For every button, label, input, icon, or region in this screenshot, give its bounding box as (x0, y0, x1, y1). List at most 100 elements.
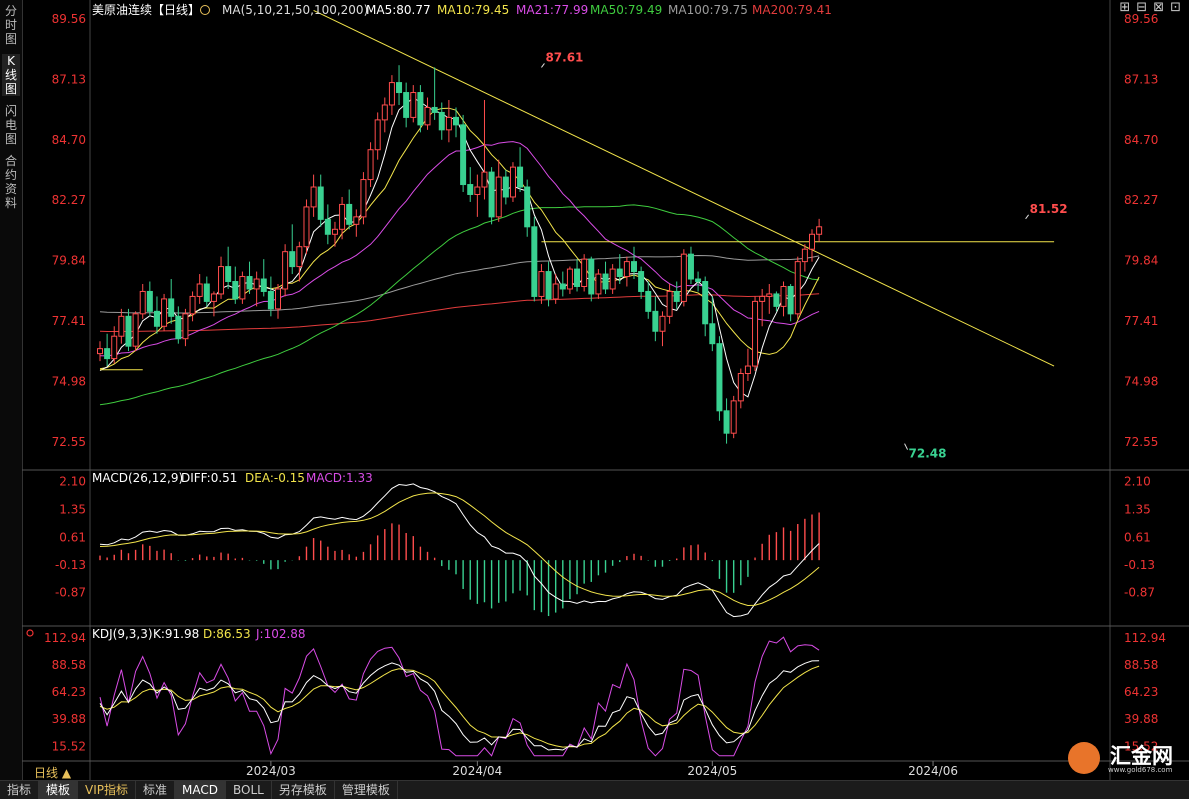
tab-vip-indicators[interactable]: VIP指标 (78, 781, 137, 799)
y-tick-label-right: 77.41 (1124, 314, 1158, 328)
candle-body (132, 313, 139, 347)
candle-body (431, 106, 438, 113)
candle-body (609, 268, 616, 290)
candle-body (196, 283, 203, 297)
candle-body (488, 171, 495, 218)
y-tick-label-right: -0.13 (1124, 558, 1155, 572)
candle-body (303, 206, 310, 248)
candle-body (566, 268, 573, 290)
y-tick-label-right: 84.70 (1124, 133, 1158, 147)
candle-body (146, 290, 153, 312)
candle-body (723, 410, 730, 434)
candle-body (289, 251, 296, 268)
ma-header: MA(5,10,21,50,100,200) (222, 3, 368, 17)
candle-body (374, 119, 381, 151)
tab-manage-template[interactable]: 管理模板 (335, 781, 398, 799)
y-tick-label-right: 1.35 (1124, 503, 1151, 517)
y-tick-label-left: 0.61 (59, 530, 86, 544)
candle-body (218, 266, 225, 295)
candle-body (552, 283, 559, 300)
candle-body (687, 253, 694, 280)
candle-body (673, 290, 680, 302)
tab-save-template[interactable]: 另存模板 (272, 781, 335, 799)
kdj-settings-icon[interactable] (26, 629, 34, 637)
candle-body (310, 186, 317, 208)
y-tick-label-left: 15.52 (52, 739, 86, 753)
candle-body (638, 271, 645, 292)
y-tick-label-left: -0.13 (55, 558, 86, 572)
x-tick-label: 2024/04 (452, 764, 502, 778)
x-tick-label: 2024/05 (687, 764, 737, 778)
kdj-j-line (99, 636, 820, 757)
candle-body (175, 315, 182, 340)
candle-body (417, 92, 424, 126)
candle-body (275, 288, 281, 310)
candle-body (324, 218, 331, 235)
y-tick-label-left: 2.10 (59, 475, 86, 489)
candle-body (161, 298, 168, 327)
candle-body (339, 203, 346, 230)
candle-body (381, 104, 388, 121)
candle-body (104, 348, 111, 360)
kdj-k-line (99, 660, 820, 751)
candle-body (652, 310, 659, 332)
y-tick-label-left: 79.84 (52, 254, 86, 268)
y-tick-label-right: 72.55 (1124, 435, 1158, 449)
price-extreme-label: 87.61 (545, 50, 583, 64)
candle-body (759, 295, 766, 302)
candle-body (702, 281, 709, 325)
candle-body (296, 246, 303, 268)
y-tick-label-right: 0.61 (1124, 530, 1151, 544)
ma200-label: MA200:79.41 (752, 3, 832, 17)
candle-body (645, 290, 652, 312)
y-tick-label-left: 87.13 (52, 72, 86, 86)
y-tick-label-right: 88.58 (1124, 658, 1158, 672)
candle-body (246, 276, 253, 290)
period-selector[interactable]: 日线 ▲ (34, 764, 71, 781)
price-extreme-label: 72.48 (909, 447, 947, 461)
tab-standard[interactable]: 标准 (136, 781, 176, 799)
candle-body (118, 315, 125, 337)
candle-body (467, 184, 474, 195)
candle-body (360, 179, 367, 218)
candle-body (317, 186, 324, 220)
candle-body (794, 261, 801, 315)
y-tick-label-left: 82.27 (52, 193, 86, 207)
ma-settings-icon[interactable] (200, 5, 210, 15)
candle-body (695, 278, 702, 283)
resistance-trendline (313, 10, 1055, 367)
candle-body (602, 273, 609, 290)
candle-body (424, 106, 431, 126)
candle-body (559, 283, 566, 290)
x-tick-label: 2024/06 (908, 764, 958, 778)
kdj-k-label: K:91.98 (153, 627, 199, 641)
watermark-logo: 汇金网 www.gold678.com (1068, 740, 1180, 776)
y-tick-label-right: 39.88 (1124, 712, 1158, 726)
candle-body (232, 281, 239, 300)
extreme-pointer (541, 63, 545, 68)
kdj-j-label: J:102.88 (255, 627, 306, 641)
tab-macd[interactable]: MACD (175, 781, 227, 799)
candle-body (125, 315, 132, 347)
candle-body (153, 310, 160, 327)
tab-templates[interactable]: 模板 (39, 781, 79, 799)
candle-body (445, 116, 452, 131)
tab-boll[interactable]: BOLL (226, 781, 272, 799)
y-tick-label-right: 74.98 (1124, 374, 1158, 388)
candle-body (744, 365, 751, 375)
candle-body (631, 261, 637, 273)
candle-body (210, 293, 217, 302)
price-extreme-label: 81.52 (1030, 202, 1068, 216)
candle-body (666, 290, 673, 317)
candle-body (581, 258, 588, 287)
y-tick-label-left: 39.88 (52, 712, 86, 726)
ma21-label: MA21:77.99 (516, 3, 588, 17)
candle-body (816, 226, 823, 235)
candle-body (730, 400, 737, 434)
candle-body (623, 261, 630, 278)
candle-body (517, 166, 524, 188)
candle-body (353, 216, 360, 225)
candle-body (588, 258, 595, 295)
tab-indicators[interactable]: 指标 (0, 781, 40, 799)
y-tick-label-right: 64.23 (1124, 685, 1158, 699)
